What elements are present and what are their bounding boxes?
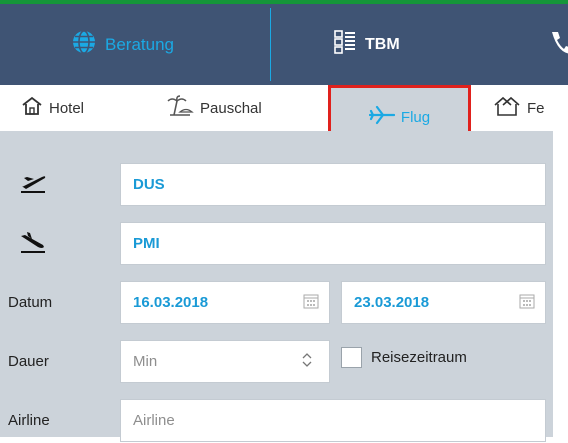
dauer-min-field[interactable]: Min [120,340,330,383]
datum-label: Datum [8,294,53,311]
arrival-row: PMI [0,222,568,266]
holiday-home-icon [493,95,521,121]
tab-ferienhaus-label: Fe [527,99,545,117]
dauer-placeholder: Min [133,353,158,370]
airline-placeholder: Airline [133,412,175,429]
tab-hotel[interactable]: Hotel [21,85,84,131]
calendar-icon[interactable] [303,293,319,313]
tab-flug-label: Flug [400,108,431,126]
departure-row: DUS [0,163,568,207]
calendar-icon[interactable] [519,293,535,313]
takeoff-icon [18,169,48,200]
date-to-value: 23.03.2018 [354,294,430,311]
plane-icon [368,105,396,129]
airline-field[interactable]: Airline [120,399,546,442]
nav-divider [270,8,271,81]
dauer-label: Dauer [8,353,49,370]
tab-phone[interactable] [548,4,568,85]
tab-beratung[interactable]: Beratung [72,4,174,85]
arrival-field[interactable]: PMI [120,222,546,265]
top-nav: Beratung TBM [0,0,568,85]
house-icon [21,96,43,120]
arrival-value: PMI [133,235,160,252]
stepper-icon[interactable] [301,351,313,373]
datum-row: Datum 16.03.2018 23.03.2018 [0,281,568,325]
departure-field[interactable]: DUS [120,163,546,206]
globe-icon [72,30,96,59]
landing-icon [18,230,48,261]
dauer-row: Dauer Min [0,340,568,384]
departure-value: DUS [133,176,165,193]
tab-pauschal-label: Pauschal [200,99,262,117]
date-from-field[interactable]: 16.03.2018 [120,281,330,324]
airline-label: Airline [8,412,50,429]
airline-row: Airline Airline [0,399,568,443]
tab-tbm-label: TBM [365,35,400,53]
tab-pauschal[interactable]: Pauschal [166,85,262,131]
phone-icon [548,28,568,61]
panel-edge [553,131,568,437]
list-icon [334,30,356,59]
beach-icon [166,95,194,121]
reisezeitraum-label: Reisezeitraum [371,349,467,366]
date-to-field[interactable]: 23.03.2018 [341,281,546,324]
tab-tbm[interactable]: TBM [334,4,400,85]
sub-nav: Hotel Pauschal Flug Fe [0,85,568,149]
tab-beratung-label: Beratung [105,34,174,54]
tab-hotel-label: Hotel [49,99,85,117]
reisezeitraum-checkbox[interactable] [341,347,362,368]
date-from-value: 16.03.2018 [133,294,209,311]
tab-ferienhaus[interactable]: Fe [493,85,545,131]
